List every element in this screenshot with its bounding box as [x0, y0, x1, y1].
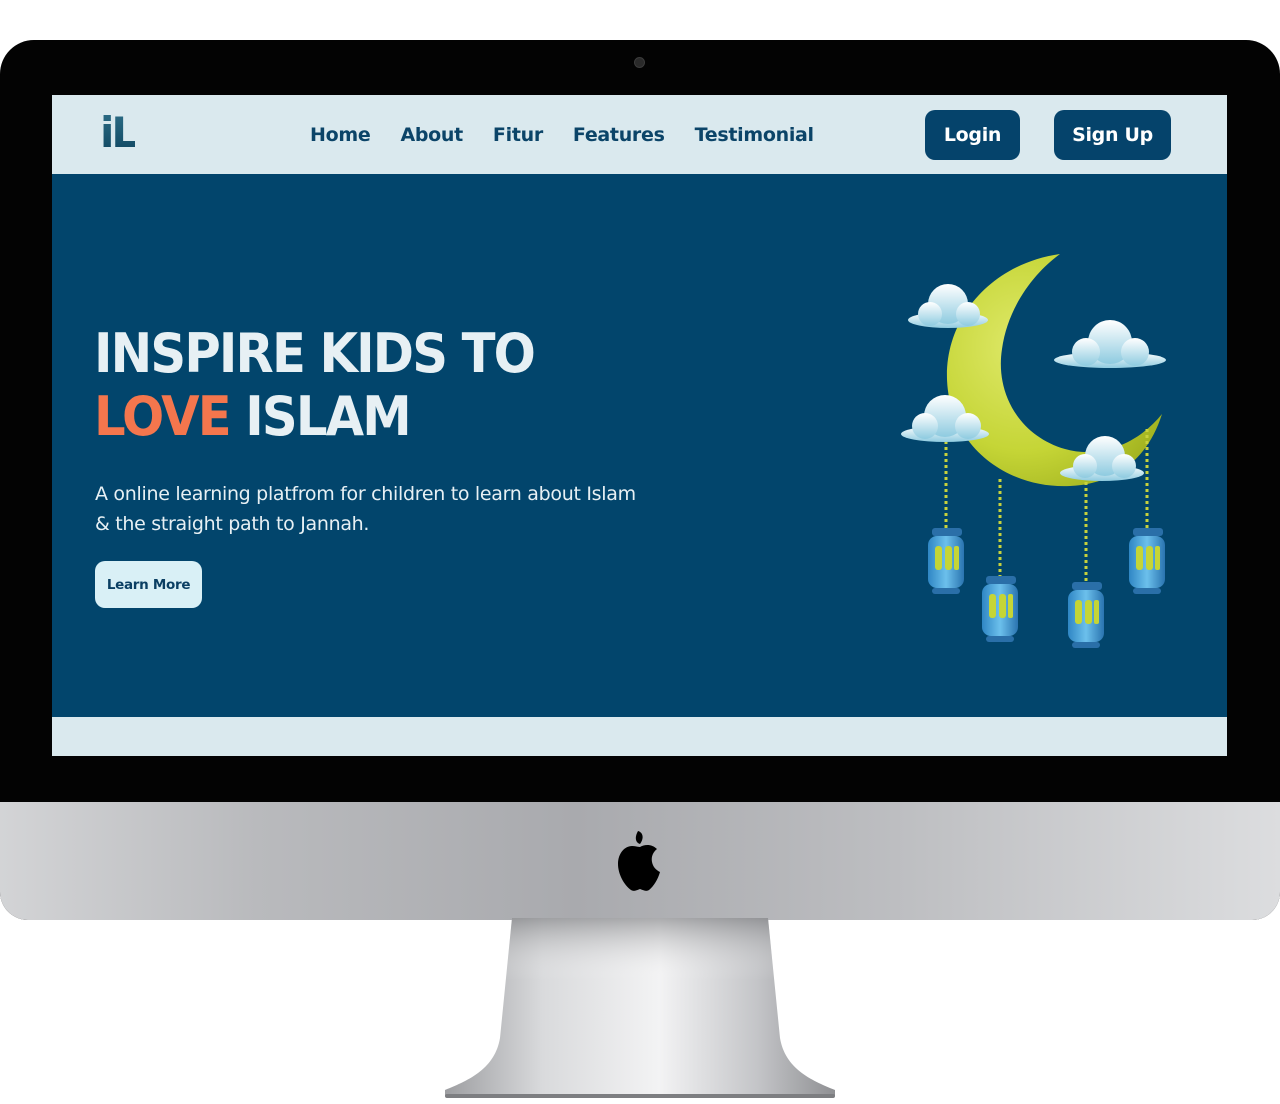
hero-headline: INSPIRE KIDS TO LOVE ISLAM [94, 322, 536, 448]
cloud-icon-2 [1054, 320, 1166, 368]
nav-home[interactable]: Home [310, 121, 371, 149]
website-screen: iL Home About Fitur Features Testimonial… [52, 95, 1227, 756]
monitor-stand [445, 918, 835, 1098]
learn-more-button[interactable]: Learn More [95, 561, 202, 608]
camera-icon [634, 57, 645, 68]
brand-logo[interactable]: iL [100, 111, 138, 155]
headline-line-1: INSPIRE KIDS TO [94, 322, 536, 385]
headline-rest: ISLAM [229, 385, 411, 448]
lantern-4 [1129, 528, 1165, 594]
nav-links: Home About Fitur Features Testimonial [310, 121, 814, 149]
headline-accent: LOVE [94, 385, 232, 448]
navbar: iL Home About Fitur Features Testimonial… [52, 95, 1227, 173]
apple-logo-icon [618, 831, 660, 891]
nav-testimonial[interactable]: Testimonial [695, 121, 814, 149]
crescent-moon-lanterns-illustration [901, 254, 1166, 648]
nav-about[interactable]: About [400, 121, 463, 149]
monitor-bezel: iL Home About Fitur Features Testimonial… [0, 40, 1280, 920]
crescent-moon-icon [946, 254, 1162, 487]
login-button[interactable]: Login [925, 110, 1020, 160]
hero-subtitle: A online learning platfrom for children … [95, 483, 636, 535]
cloud-icon-1 [908, 284, 988, 328]
hero-section: INSPIRE KIDS TO LOVE ISLAM A online lear… [52, 174, 1227, 717]
signup-button[interactable]: Sign Up [1054, 110, 1171, 160]
lantern-1 [928, 528, 964, 594]
lantern-2 [982, 576, 1018, 642]
nav-fitur[interactable]: Fitur [493, 121, 543, 149]
monitor-chin [0, 802, 1280, 920]
lantern-3 [1068, 582, 1104, 648]
nav-features[interactable]: Features [573, 121, 665, 149]
